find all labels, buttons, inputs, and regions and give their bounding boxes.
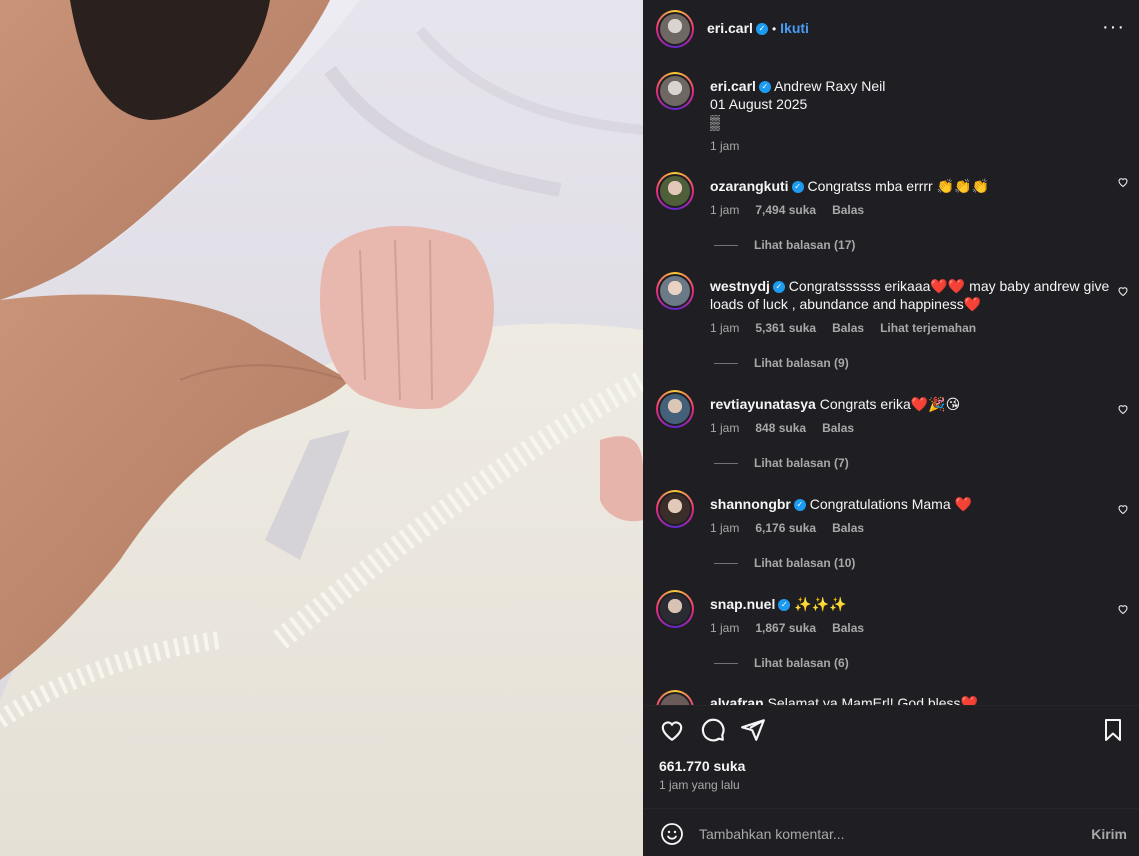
comment-like-count[interactable]: 848 suka: [755, 421, 806, 435]
author-username[interactable]: eri.carl: [707, 20, 753, 36]
share-send-icon[interactable]: [740, 717, 766, 743]
follow-button[interactable]: Ikuti: [780, 20, 809, 36]
replies-line: [714, 663, 738, 665]
comment-time: 1 jam: [710, 621, 740, 635]
comment-like-count[interactable]: 1,867 suka: [755, 621, 816, 635]
comment-time: 1 jam: [710, 203, 740, 217]
reply-button[interactable]: Balas: [832, 321, 864, 335]
caption-line-1: Andrew Raxy Neil: [774, 78, 886, 94]
commenter-username[interactable]: shannongbr: [710, 496, 791, 512]
comment-like-count[interactable]: 7,494 suka: [755, 203, 816, 217]
newborn-hand-photo: [0, 0, 643, 856]
commenter-username[interactable]: revtiayunatasya: [710, 396, 816, 412]
reply-button[interactable]: Balas: [832, 203, 864, 217]
comment-bubble-icon[interactable]: [700, 717, 726, 743]
view-replies-button[interactable]: Lihat balasan (9): [714, 356, 849, 370]
commenter-username[interactable]: ozarangkuti: [710, 178, 789, 194]
commenter-avatar[interactable]: [656, 690, 694, 705]
like-comment-heart-icon[interactable]: [1117, 285, 1129, 297]
caption-author-avatar[interactable]: [656, 72, 694, 110]
comment-text: Selamat ya MamErl! God bless❤️: [767, 695, 978, 705]
comment-like-count[interactable]: 6,176 suka: [755, 521, 816, 535]
comment-text: Congratulations Mama ❤️: [809, 496, 972, 512]
post-side-panel: eri.carl ✓ • Ikuti ··· eri.carl ✓ Andrew Rax…: [643, 0, 1139, 856]
verified-badge-icon: ✓: [778, 599, 791, 612]
like-comment-heart-icon[interactable]: [1117, 603, 1129, 615]
send-comment-button[interactable]: Kirim: [1091, 826, 1127, 842]
commenter-avatar[interactable]: [656, 590, 694, 628]
see-translation-button[interactable]: Lihat terjemahan: [880, 321, 976, 335]
comment-composer: Tambahkan komentar... Kirim: [643, 808, 1139, 856]
post-actions: 661.770 suka 1 jam yang lalu Tambahkan k…: [643, 705, 1139, 856]
like-comment-heart-icon[interactable]: [1117, 403, 1129, 415]
like-heart-icon[interactable]: [659, 717, 685, 743]
caption-time: 1 jam: [710, 139, 740, 153]
comment-like-count[interactable]: 5,361 suka: [755, 321, 816, 335]
view-replies-button[interactable]: Lihat balasan (7): [714, 456, 849, 470]
commenter-avatar[interactable]: [656, 390, 694, 428]
save-bookmark-icon[interactable]: [1101, 717, 1125, 743]
verified-badge-icon: ✓: [758, 81, 771, 94]
comment-text: Congrats erika❤️🎉😘: [819, 396, 961, 412]
commenter-username[interactable]: snap.nuel: [710, 596, 775, 612]
commenter-avatar[interactable]: [656, 490, 694, 528]
verified-badge-icon: ✓: [793, 499, 806, 512]
reply-button[interactable]: Balas: [832, 621, 864, 635]
separator-dot: •: [771, 22, 777, 36]
post-photo[interactable]: [0, 0, 643, 856]
commenter-avatar[interactable]: [656, 272, 694, 310]
caption-line-3: ▒: [710, 114, 720, 130]
replies-line: [714, 463, 738, 465]
commenter-avatar[interactable]: [656, 172, 694, 210]
comment-input[interactable]: Tambahkan komentar...: [699, 826, 845, 842]
more-horizontal-icon[interactable]: ···: [1102, 16, 1125, 39]
post-timestamp: 1 jam yang lalu: [659, 778, 740, 792]
view-replies-button[interactable]: Lihat balasan (6): [714, 656, 849, 670]
caption-username[interactable]: eri.carl: [710, 78, 756, 94]
comment-item: alvafran Selamat ya MamErl! God bless❤️: [643, 690, 1139, 705]
verified-badge-icon: ✓: [755, 22, 768, 35]
commenter-username[interactable]: alvafran: [710, 695, 764, 705]
author-avatar[interactable]: [656, 10, 694, 48]
caption-line-2: 01 August 2025: [710, 96, 808, 112]
post-like-count[interactable]: 661.770 suka: [659, 758, 745, 774]
verified-badge-icon: ✓: [791, 181, 804, 194]
reply-button[interactable]: Balas: [822, 421, 854, 435]
comment-text: Congratss mba errrr 👏👏👏: [807, 178, 989, 194]
reply-button[interactable]: Balas: [832, 521, 864, 535]
like-comment-heart-icon[interactable]: [1117, 503, 1129, 515]
verified-badge-icon: ✓: [772, 281, 785, 294]
replies-line: [714, 245, 738, 247]
like-comment-heart-icon[interactable]: [1117, 176, 1129, 188]
replies-line: [714, 563, 738, 565]
comment-text: ✨✨✨: [794, 596, 847, 612]
comment-time: 1 jam: [710, 521, 740, 535]
post-header: eri.carl ✓ • Ikuti ···: [643, 0, 1139, 57]
view-replies-button[interactable]: Lihat balasan (17): [714, 238, 855, 252]
comment-time: 1 jam: [710, 421, 740, 435]
emoji-smiley-icon[interactable]: [660, 822, 684, 846]
commenter-username[interactable]: westnydj: [710, 278, 770, 294]
view-replies-button[interactable]: Lihat balasan (10): [714, 556, 855, 570]
comment-time: 1 jam: [710, 321, 740, 335]
replies-line: [714, 363, 738, 365]
